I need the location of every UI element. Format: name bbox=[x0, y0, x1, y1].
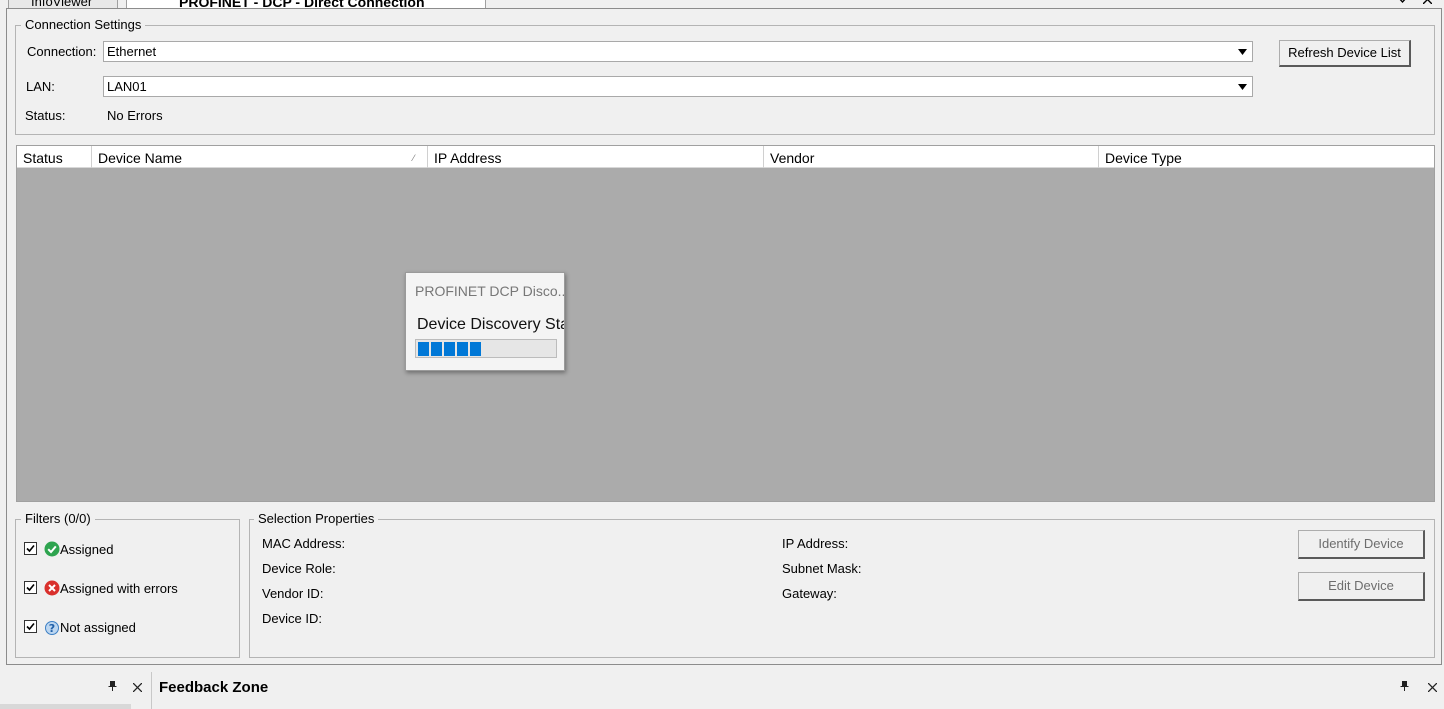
checkbox[interactable] bbox=[24, 620, 37, 633]
close-icon[interactable] bbox=[1422, 0, 1433, 8]
edit-device-button[interactable]: Edit Device bbox=[1298, 572, 1425, 601]
close-icon[interactable] bbox=[1427, 681, 1438, 695]
ip-address-label: IP Address: bbox=[782, 536, 849, 551]
close-icon[interactable] bbox=[132, 681, 143, 695]
progress-block bbox=[470, 342, 481, 356]
pin-icon[interactable] bbox=[1400, 680, 1409, 694]
chevron-down-icon[interactable] bbox=[1233, 78, 1251, 95]
filter-label: Not assigned bbox=[60, 620, 136, 635]
sort-indicator-icon: ⁄ bbox=[413, 153, 415, 163]
status-label: Status: bbox=[25, 108, 66, 123]
column-header-device-type[interactable]: Device Type bbox=[1099, 146, 1434, 168]
error-circle-icon bbox=[44, 580, 60, 596]
progress-block bbox=[457, 342, 468, 356]
connection-select[interactable]: Ethernet bbox=[103, 41, 1253, 62]
refresh-device-list-button[interactable]: Refresh Device List bbox=[1279, 40, 1411, 67]
table-header: Status Device Name ⁄ IP Address Vendor D… bbox=[17, 146, 1434, 168]
dialog-message: Device Discovery Sta bbox=[417, 316, 565, 333]
check-circle-icon bbox=[44, 541, 60, 557]
gateway-label: Gateway: bbox=[782, 586, 837, 601]
feedback-zone-pane bbox=[151, 672, 1444, 709]
feedback-zone-title: Feedback Zone bbox=[159, 679, 269, 696]
filter-label: Assigned bbox=[60, 542, 114, 557]
chevron-down-icon[interactable] bbox=[1398, 0, 1407, 8]
connection-value: Ethernet bbox=[107, 44, 157, 59]
chevron-down-icon[interactable] bbox=[1233, 43, 1251, 60]
status-value: No Errors bbox=[107, 108, 163, 123]
selection-properties-legend: Selection Properties bbox=[254, 511, 379, 527]
device-table[interactable]: Status Device Name ⁄ IP Address Vendor D… bbox=[16, 145, 1435, 502]
connection-label: Connection: bbox=[27, 44, 97, 59]
column-header-vendor[interactable]: Vendor bbox=[764, 146, 1099, 168]
left-pane-header bbox=[0, 672, 148, 709]
column-header-device-name[interactable]: Device Name ⁄ bbox=[92, 146, 428, 168]
pin-icon[interactable] bbox=[108, 680, 117, 694]
identify-device-button[interactable]: Identify Device bbox=[1298, 530, 1425, 559]
progress-block bbox=[418, 342, 429, 356]
filters-legend: Filters (0/0) bbox=[21, 511, 95, 527]
column-header-status[interactable]: Status bbox=[17, 146, 92, 168]
checkbox[interactable] bbox=[24, 581, 37, 594]
subnet-mask-label: Subnet Mask: bbox=[782, 561, 862, 576]
mac-address-label: MAC Address: bbox=[262, 536, 346, 551]
column-header-ip-address[interactable]: IP Address bbox=[428, 146, 764, 168]
progress-block bbox=[431, 342, 442, 356]
device-id-label: Device ID: bbox=[262, 611, 322, 626]
vendor-id-label: Vendor ID: bbox=[262, 586, 324, 601]
device-role-label: Device Role: bbox=[262, 561, 336, 576]
filter-label: Assigned with errors bbox=[60, 581, 178, 596]
lan-value: LAN01 bbox=[107, 79, 147, 94]
dialog-title: PROFINET DCP Disco... bbox=[415, 283, 565, 299]
connection-settings-legend: Connection Settings bbox=[21, 17, 146, 33]
discovery-progress-dialog: PROFINET DCP Disco... Device Discovery S… bbox=[405, 272, 565, 371]
column-label: Device Name bbox=[98, 150, 183, 166]
checkbox[interactable] bbox=[24, 542, 37, 555]
progress-block bbox=[444, 342, 455, 356]
left-pane-content bbox=[0, 704, 131, 709]
lan-select[interactable]: LAN01 bbox=[103, 76, 1253, 97]
lan-label: LAN: bbox=[26, 79, 55, 94]
question-icon: ? bbox=[45, 621, 59, 635]
svg-text:?: ? bbox=[49, 622, 55, 635]
discovery-progress-bar bbox=[415, 339, 557, 358]
